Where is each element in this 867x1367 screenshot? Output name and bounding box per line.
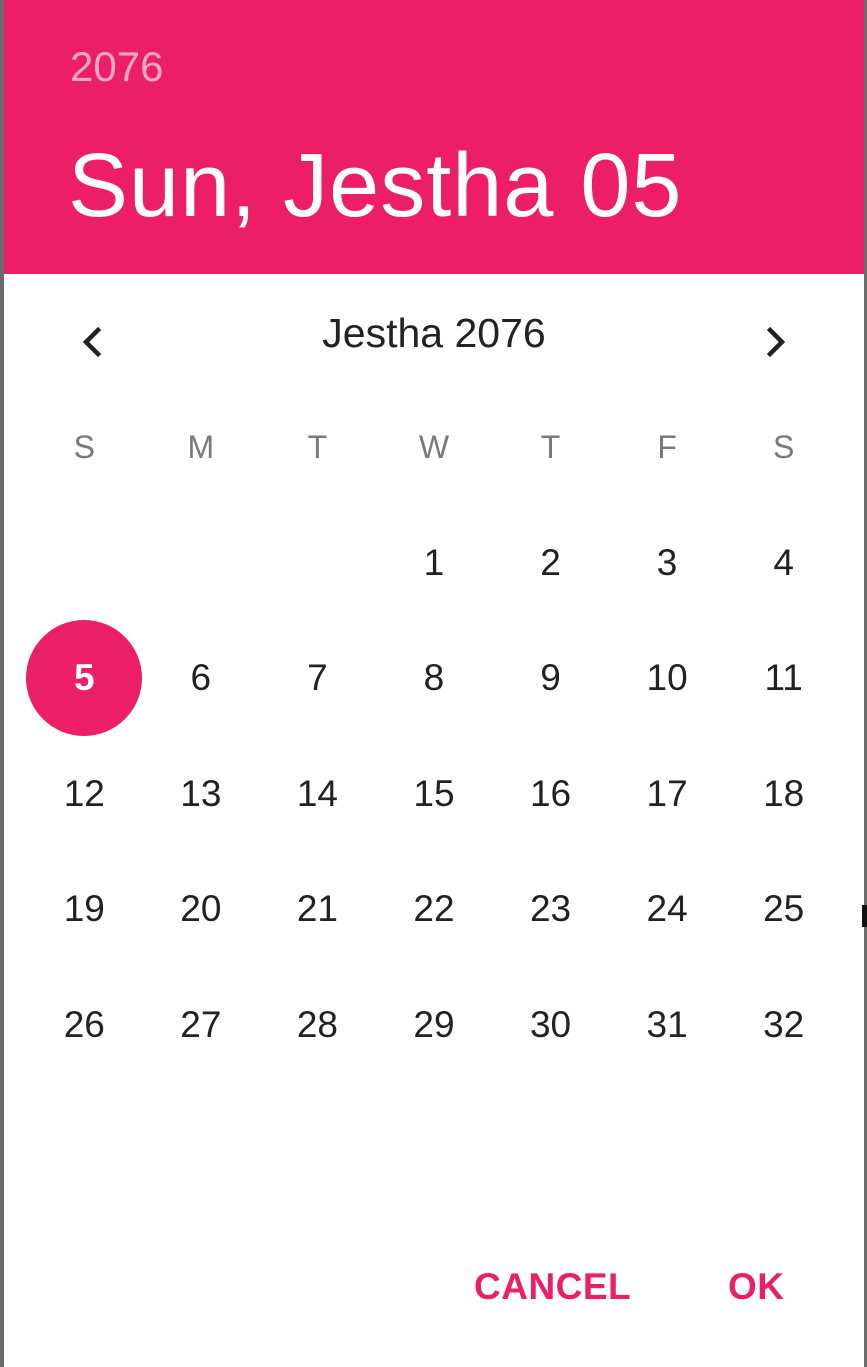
- weekday-label: T: [540, 429, 561, 465]
- day-cell[interactable]: 13: [143, 736, 260, 852]
- day-cell[interactable]: 4: [725, 505, 842, 621]
- day-cell[interactable]: 24: [609, 852, 726, 968]
- empty-day-cell: [259, 505, 376, 621]
- day-cell[interactable]: 1: [376, 505, 493, 621]
- day-cell[interactable]: 7: [259, 621, 376, 737]
- day-cell[interactable]: 3: [609, 505, 726, 621]
- header-year[interactable]: 2076: [70, 42, 163, 92]
- day-cell[interactable]: 30: [492, 967, 609, 1083]
- weekday-label: T: [307, 429, 328, 465]
- day-number: 5: [73, 657, 95, 699]
- day-grid: 1 2 3 4 5 6 7 8 9 10 11 12 13 14 15 16 17 18 19 20 21 22 23 24 2…: [26, 505, 842, 1083]
- weekday-label: F: [657, 429, 677, 465]
- cancel-button[interactable]: CANCEL: [474, 1260, 631, 1314]
- day-cell[interactable]: 20: [143, 852, 260, 968]
- date-picker-dialog: 2076 Sun, Jestha 05 Jestha 2076 SMTWTFS …: [4, 0, 864, 1367]
- week-row: 26 27 28 29 30 31 32: [26, 967, 842, 1083]
- week-row: 5 6 7 8 9 10 11: [26, 620, 842, 737]
- day-cell[interactable]: 12: [26, 736, 143, 852]
- day-cell[interactable]: 21: [259, 852, 376, 968]
- day-cell[interactable]: 27: [143, 967, 260, 1083]
- day-cell[interactable]: 10: [609, 621, 726, 737]
- weekday-label: M: [187, 429, 215, 465]
- week-row: 1234: [26, 505, 842, 621]
- day-cell[interactable]: 14: [259, 736, 376, 852]
- empty-day-cell: [143, 505, 260, 621]
- day-cell[interactable]: 23: [492, 852, 609, 968]
- day-cell[interactable]: 31: [609, 967, 726, 1083]
- weekday-label: W: [418, 429, 450, 465]
- ok-button[interactable]: OK: [728, 1260, 785, 1314]
- day-cell[interactable]: 6: [143, 621, 260, 737]
- day-cell[interactable]: 18: [725, 736, 842, 852]
- date-picker-header: 2076 Sun, Jestha 05: [4, 0, 864, 274]
- chevron-right-icon: [766, 326, 786, 358]
- day-cell[interactable]: 17: [609, 736, 726, 852]
- day-cell[interactable]: 8: [376, 621, 493, 737]
- header-selected-date[interactable]: Sun, Jestha 05: [68, 136, 682, 236]
- day-cell[interactable]: 2: [492, 505, 609, 621]
- day-cell[interactable]: 26: [26, 967, 143, 1083]
- day-cell[interactable]: 22: [376, 852, 493, 968]
- month-title: Jestha 2076: [322, 310, 546, 356]
- day-cell[interactable]: 9: [492, 621, 609, 737]
- selected-day-cell[interactable]: 5: [26, 620, 143, 737]
- day-cell[interactable]: 15: [376, 736, 493, 852]
- weekday-label: S: [73, 429, 95, 465]
- day-cell[interactable]: 11: [725, 621, 842, 737]
- empty-day-cell: [26, 505, 143, 621]
- day-cell[interactable]: 25: [725, 852, 842, 968]
- background-edge-mark: [862, 905, 867, 927]
- day-cell[interactable]: 29: [376, 967, 493, 1083]
- day-cell[interactable]: 28: [259, 967, 376, 1083]
- day-cell[interactable]: 19: [26, 852, 143, 968]
- next-month-button[interactable]: [744, 310, 808, 374]
- day-cell[interactable]: 32: [725, 967, 842, 1083]
- week-row: 12 13 14 15 16 17 18: [26, 736, 842, 852]
- weekday-header-row: SMTWTFS: [26, 425, 842, 469]
- day-cell[interactable]: 16: [492, 736, 609, 852]
- weekday-label: S: [772, 429, 795, 465]
- week-row: 19 20 21 22 23 24 25: [26, 852, 842, 968]
